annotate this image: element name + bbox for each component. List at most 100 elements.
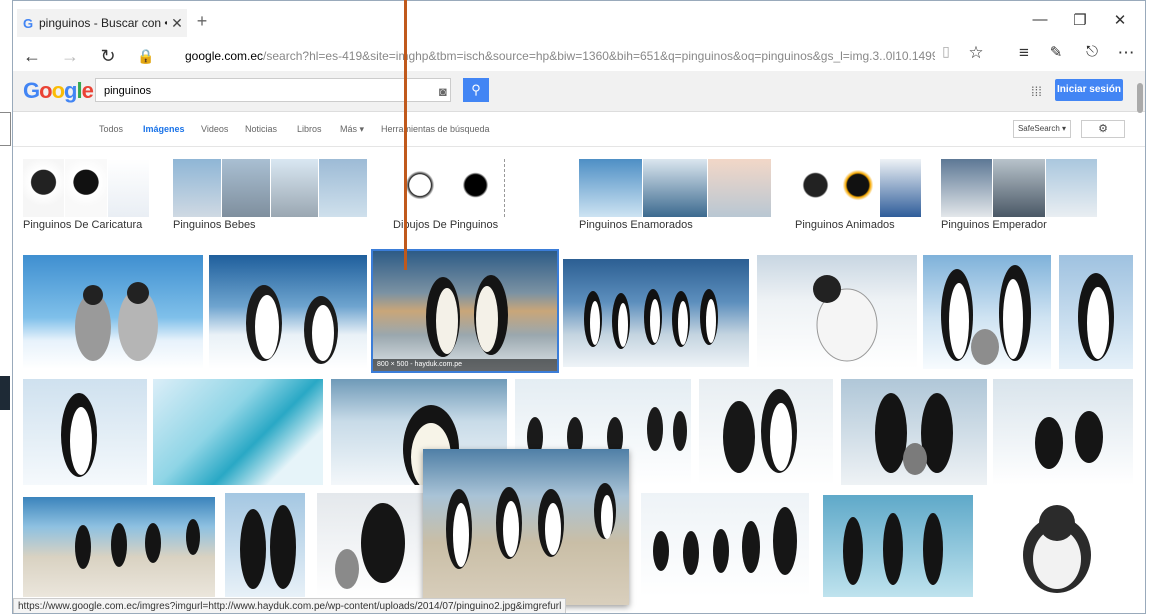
image-result[interactable] — [563, 259, 749, 367]
favorite-star-icon[interactable]: ☆ — [961, 43, 991, 63]
restore-icon[interactable]: ❐ — [1065, 11, 1095, 29]
web-note-icon[interactable]: ✎ — [1041, 43, 1071, 61]
penguin-image — [1023, 505, 1091, 593]
related-thumbnails — [579, 159, 771, 217]
tab-libros[interactable]: Libros — [297, 124, 322, 134]
search-tabs: Todos Imágenes Videos Noticias Libros Má… — [13, 112, 1145, 147]
image-result[interactable] — [757, 255, 917, 369]
penguin-image — [1035, 411, 1103, 469]
penguin-image — [75, 519, 200, 569]
penguin-image — [653, 507, 797, 575]
image-result[interactable] — [981, 493, 1133, 597]
penguin-image — [875, 393, 953, 475]
url-path: /search?hl=es-419&site=imghp&tbm=isch&so… — [263, 49, 935, 63]
related-thumbnails — [173, 159, 367, 217]
image-result[interactable] — [993, 379, 1133, 485]
tab-bar: G pinguinos - Buscar con • ✕ + — ❐ ✕ — [13, 1, 1145, 41]
camera-icon[interactable]: ◙ — [439, 84, 447, 99]
penguin-image — [335, 503, 405, 589]
browser-window: G pinguinos - Buscar con • ✕ + — ❐ ✕ ← →… — [12, 0, 1146, 614]
google-header: Google pinguinos ◙ ⚲ ⁞⁞⁞ Iniciar sesión — [13, 71, 1145, 112]
refresh-icon[interactable]: ↻ — [89, 46, 127, 67]
close-window-icon[interactable]: ✕ — [1105, 11, 1135, 29]
related-thumbnails — [23, 159, 149, 217]
left-edge-dark-panel — [0, 376, 10, 410]
google-logo[interactable]: Google — [23, 78, 94, 104]
penguin-image — [813, 275, 878, 362]
tab-todos[interactable]: Todos — [99, 124, 123, 134]
back-arrow-icon[interactable]: ← — [13, 46, 51, 67]
penguin-image — [1078, 273, 1114, 361]
search-button[interactable]: ⚲ — [463, 78, 489, 102]
share-icon[interactable]: ⎋ — [1077, 43, 1107, 60]
settings-gear-icon[interactable]: ⚙ — [1081, 120, 1125, 138]
image-result[interactable] — [153, 379, 323, 485]
related-search-animados[interactable]: Pinguinos Animados — [795, 159, 921, 237]
close-tab-icon[interactable]: ✕ — [167, 15, 187, 32]
related-label: Pinguinos Animados — [795, 219, 895, 231]
image-size-caption: 800 × 500 - hayduk.com.pe — [373, 359, 557, 371]
penguin-image — [240, 505, 296, 589]
tab-mas[interactable]: Más ▾ — [340, 124, 364, 135]
apps-grid-icon[interactable]: ⁞⁞⁞ — [1031, 84, 1042, 99]
hub-icon[interactable]: ≡ — [1009, 43, 1039, 63]
scrollbar[interactable] — [1137, 83, 1143, 113]
lock-icon: 🔒 — [137, 47, 155, 64]
penguin-image — [61, 393, 97, 477]
image-result[interactable] — [317, 493, 423, 597]
status-bar-url: https://www.google.com.ec/imgres?imgurl=… — [13, 598, 567, 613]
google-favicon-icon: G — [22, 15, 34, 31]
new-tab-button[interactable]: + — [191, 11, 213, 32]
left-edge-panel — [0, 112, 11, 146]
related-label: Dibujos De Pinguinos — [393, 219, 499, 231]
reading-view-icon[interactable]: ▯ — [931, 43, 961, 60]
penguin-image — [75, 282, 158, 361]
search-input[interactable]: pinguinos — [95, 78, 451, 102]
more-icon[interactable]: ⋯ — [1111, 43, 1141, 63]
related-search-caricatura[interactable]: Pinguinos De Caricatura — [23, 159, 149, 237]
image-result[interactable] — [841, 379, 987, 485]
image-result[interactable] — [699, 379, 833, 485]
tab-herramientas[interactable]: Herramientas de búsqueda — [381, 124, 490, 134]
image-result-selected[interactable]: 800 × 500 - hayduk.com.pe — [371, 249, 559, 373]
tab-title: pinguinos - Buscar con • — [39, 16, 167, 30]
search-icon: ⚲ — [471, 82, 481, 97]
image-result[interactable] — [23, 379, 147, 485]
browser-tab[interactable]: G pinguinos - Buscar con • ✕ — [17, 9, 187, 37]
image-result[interactable] — [23, 255, 203, 369]
related-thumbnails — [393, 159, 559, 217]
related-label: Pinguinos Bebes — [173, 219, 256, 231]
image-hover-preview[interactable] — [423, 449, 629, 605]
url-host: google.com.ec — [185, 49, 264, 63]
image-result[interactable] — [923, 255, 1051, 369]
safesearch-dropdown[interactable]: SafeSearch ▾ — [1013, 120, 1071, 138]
minimize-icon[interactable]: — — [1025, 11, 1055, 28]
image-result[interactable] — [209, 255, 367, 369]
signin-button[interactable]: Iniciar sesión — [1055, 79, 1123, 101]
image-result[interactable] — [225, 493, 305, 597]
penguin-image — [723, 389, 797, 473]
tab-videos[interactable]: Videos — [201, 124, 228, 134]
penguin-image — [446, 483, 616, 569]
tab-noticias[interactable]: Noticias — [245, 124, 277, 134]
penguin-image — [426, 275, 508, 357]
penguin-image — [941, 265, 1031, 365]
related-search-bebes[interactable]: Pinguinos Bebes — [173, 159, 367, 237]
annotation-arrow — [404, 0, 407, 270]
image-result[interactable] — [1059, 255, 1133, 369]
image-result[interactable] — [823, 495, 973, 597]
tab-imagenes[interactable]: Imágenes — [143, 124, 185, 134]
related-label: Pinguinos Emperador — [941, 219, 1047, 231]
related-search-emperador[interactable]: Pinguinos Emperador — [941, 159, 1097, 237]
address-bar[interactable]: google.com.ec/search?hl=es-419&site=imgh… — [185, 41, 935, 71]
penguin-image — [246, 285, 338, 364]
related-label: Pinguinos Enamorados — [579, 219, 693, 231]
forward-arrow-icon[interactable]: → — [51, 46, 89, 67]
related-search-dibujos[interactable]: Dibujos De Pinguinos — [393, 159, 559, 237]
image-result[interactable] — [641, 493, 809, 597]
related-thumbnails — [795, 159, 921, 217]
penguin-image — [843, 513, 943, 585]
image-result[interactable] — [23, 497, 215, 597]
related-search-enamorados[interactable]: Pinguinos Enamorados — [579, 159, 771, 237]
related-thumbnails — [941, 159, 1097, 217]
